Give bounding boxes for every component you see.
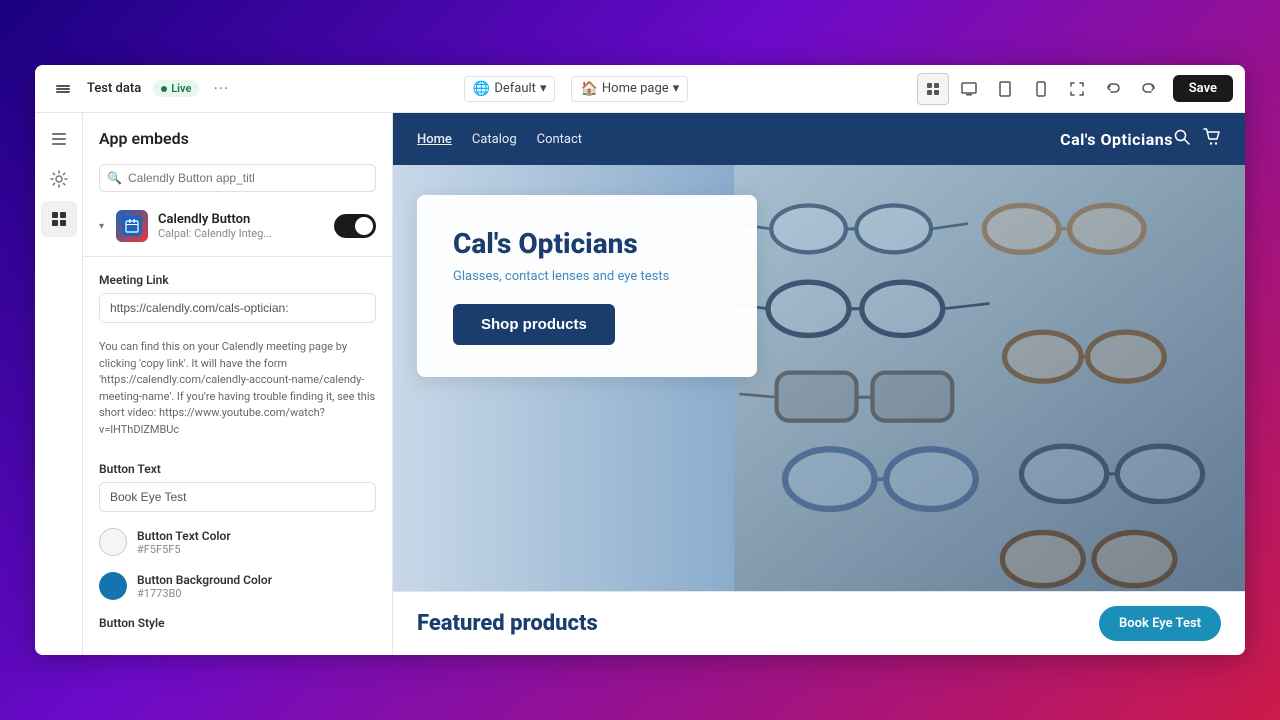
site-preview: Home Catalog Contact Cal's Opticians: [393, 113, 1245, 655]
shop-products-button[interactable]: Shop products: [453, 304, 615, 345]
search-icon: 🔍: [107, 171, 122, 185]
cart-nav-icon[interactable]: [1203, 128, 1221, 150]
redo-button[interactable]: [1133, 73, 1165, 105]
nav-link-contact[interactable]: Contact: [537, 132, 582, 147]
bg-color-hex: #1773B0: [137, 587, 272, 600]
meeting-link-label: Meeting Link: [99, 273, 376, 287]
panel-header: App embeds: [83, 113, 392, 156]
resize-button[interactable]: [1061, 73, 1093, 105]
test-data-label: Test data: [87, 81, 141, 96]
default-dropdown[interactable]: 🌐 Default ▾: [464, 76, 556, 102]
select-tool-button[interactable]: [917, 73, 949, 105]
glasses-background: [734, 165, 1245, 591]
chevron-down-icon: ▾: [540, 81, 547, 96]
meeting-link-input[interactable]: [99, 293, 376, 323]
save-button[interactable]: Save: [1173, 75, 1233, 102]
hero-section: Cal's Opticians Glasses, contact lenses …: [393, 165, 1245, 591]
hero-card: Cal's Opticians Glasses, contact lenses …: [417, 195, 757, 377]
featured-title: Featured products: [417, 611, 598, 636]
tablet-view-button[interactable]: [989, 73, 1021, 105]
top-bar: Test data Live ··· 🌐 Default ▾ 🏠 Home pa…: [35, 65, 1245, 113]
bg-color-info: Button Background Color #1773B0: [137, 573, 272, 600]
top-bar-center: 🌐 Default ▾ 🏠 Home page ▾: [243, 76, 908, 102]
nav-link-catalog[interactable]: Catalog: [472, 132, 517, 147]
text-color-swatch[interactable]: [99, 528, 127, 556]
bg-color-swatch[interactable]: [99, 572, 127, 600]
text-color-field: Button Text Color #F5F5F5: [83, 520, 392, 564]
home-page-label: Home page: [602, 81, 669, 96]
home-icon: 🏠: [580, 81, 597, 97]
bg-color-field: Button Background Color #1773B0: [83, 564, 392, 608]
nav-icon-apps[interactable]: [41, 201, 77, 237]
home-page-dropdown[interactable]: 🏠 Home page ▾: [571, 76, 688, 102]
live-label: Live: [171, 82, 191, 95]
hero-subtitle: Glasses, contact lenses and eye tests: [453, 269, 721, 284]
button-text-section: Button Text: [83, 450, 392, 520]
embed-info: Calendly Button Calpal: Calendly Integ..…: [158, 212, 324, 240]
nav-icon-home[interactable]: [41, 121, 77, 157]
button-text-label: Button Text: [99, 462, 376, 476]
live-dot: [161, 86, 167, 92]
mobile-view-button[interactable]: [1025, 73, 1057, 105]
back-button[interactable]: [47, 73, 79, 105]
site-nav-links: Home Catalog Contact: [417, 132, 1060, 147]
icon-bar: [35, 113, 83, 655]
default-label: Default: [494, 81, 536, 96]
live-badge: Live: [153, 80, 199, 97]
featured-section: Featured products Book Eye Test: [393, 591, 1245, 655]
top-bar-right: Save: [917, 73, 1233, 105]
button-style-label: Button Style: [83, 608, 392, 638]
meeting-link-section: Meeting Link: [83, 261, 392, 331]
embed-item[interactable]: ▾ Calendly Button Calpal: Calendly Integ…: [83, 200, 392, 252]
site-nav: Home Catalog Contact Cal's Opticians: [393, 113, 1245, 165]
search-input[interactable]: [99, 164, 376, 192]
preview-area: Home Catalog Contact Cal's Opticians: [393, 113, 1245, 655]
search-nav-icon[interactable]: [1173, 128, 1191, 150]
bg-color-label: Button Background Color: [137, 573, 272, 587]
globe-icon: 🌐: [473, 81, 490, 97]
chevron-icon: ▾: [99, 221, 104, 232]
embed-toggle[interactable]: [334, 214, 376, 238]
calendly-icon: [116, 210, 148, 242]
embed-sub: Calpal: Calendly Integ...: [158, 227, 324, 240]
site-brand: Cal's Opticians: [1060, 130, 1173, 149]
embed-name: Calendly Button: [158, 212, 324, 227]
text-color-label: Button Text Color: [137, 529, 231, 543]
help-text: You can find this on your Calendly meeti…: [83, 331, 392, 450]
book-eye-test-button[interactable]: Book Eye Test: [1099, 606, 1221, 641]
chevron-down-icon-2: ▾: [673, 81, 680, 96]
text-color-hex: #F5F5F5: [137, 543, 231, 556]
more-options-button[interactable]: ···: [207, 75, 235, 103]
nav-link-home[interactable]: Home: [417, 132, 452, 147]
text-color-info: Button Text Color #F5F5F5: [137, 529, 231, 556]
left-panel: App embeds 🔍 ▾: [83, 113, 393, 655]
search-bar: 🔍: [99, 164, 376, 192]
site-nav-icons: [1173, 128, 1221, 150]
desktop-view-button[interactable]: [953, 73, 985, 105]
nav-icon-settings[interactable]: [41, 161, 77, 197]
divider-1: [83, 256, 392, 257]
hero-title: Cal's Opticians: [453, 227, 721, 261]
toggle-knob: [355, 217, 373, 235]
button-text-input[interactable]: [99, 482, 376, 512]
main-area: App embeds 🔍 ▾: [35, 113, 1245, 655]
undo-button[interactable]: [1097, 73, 1129, 105]
